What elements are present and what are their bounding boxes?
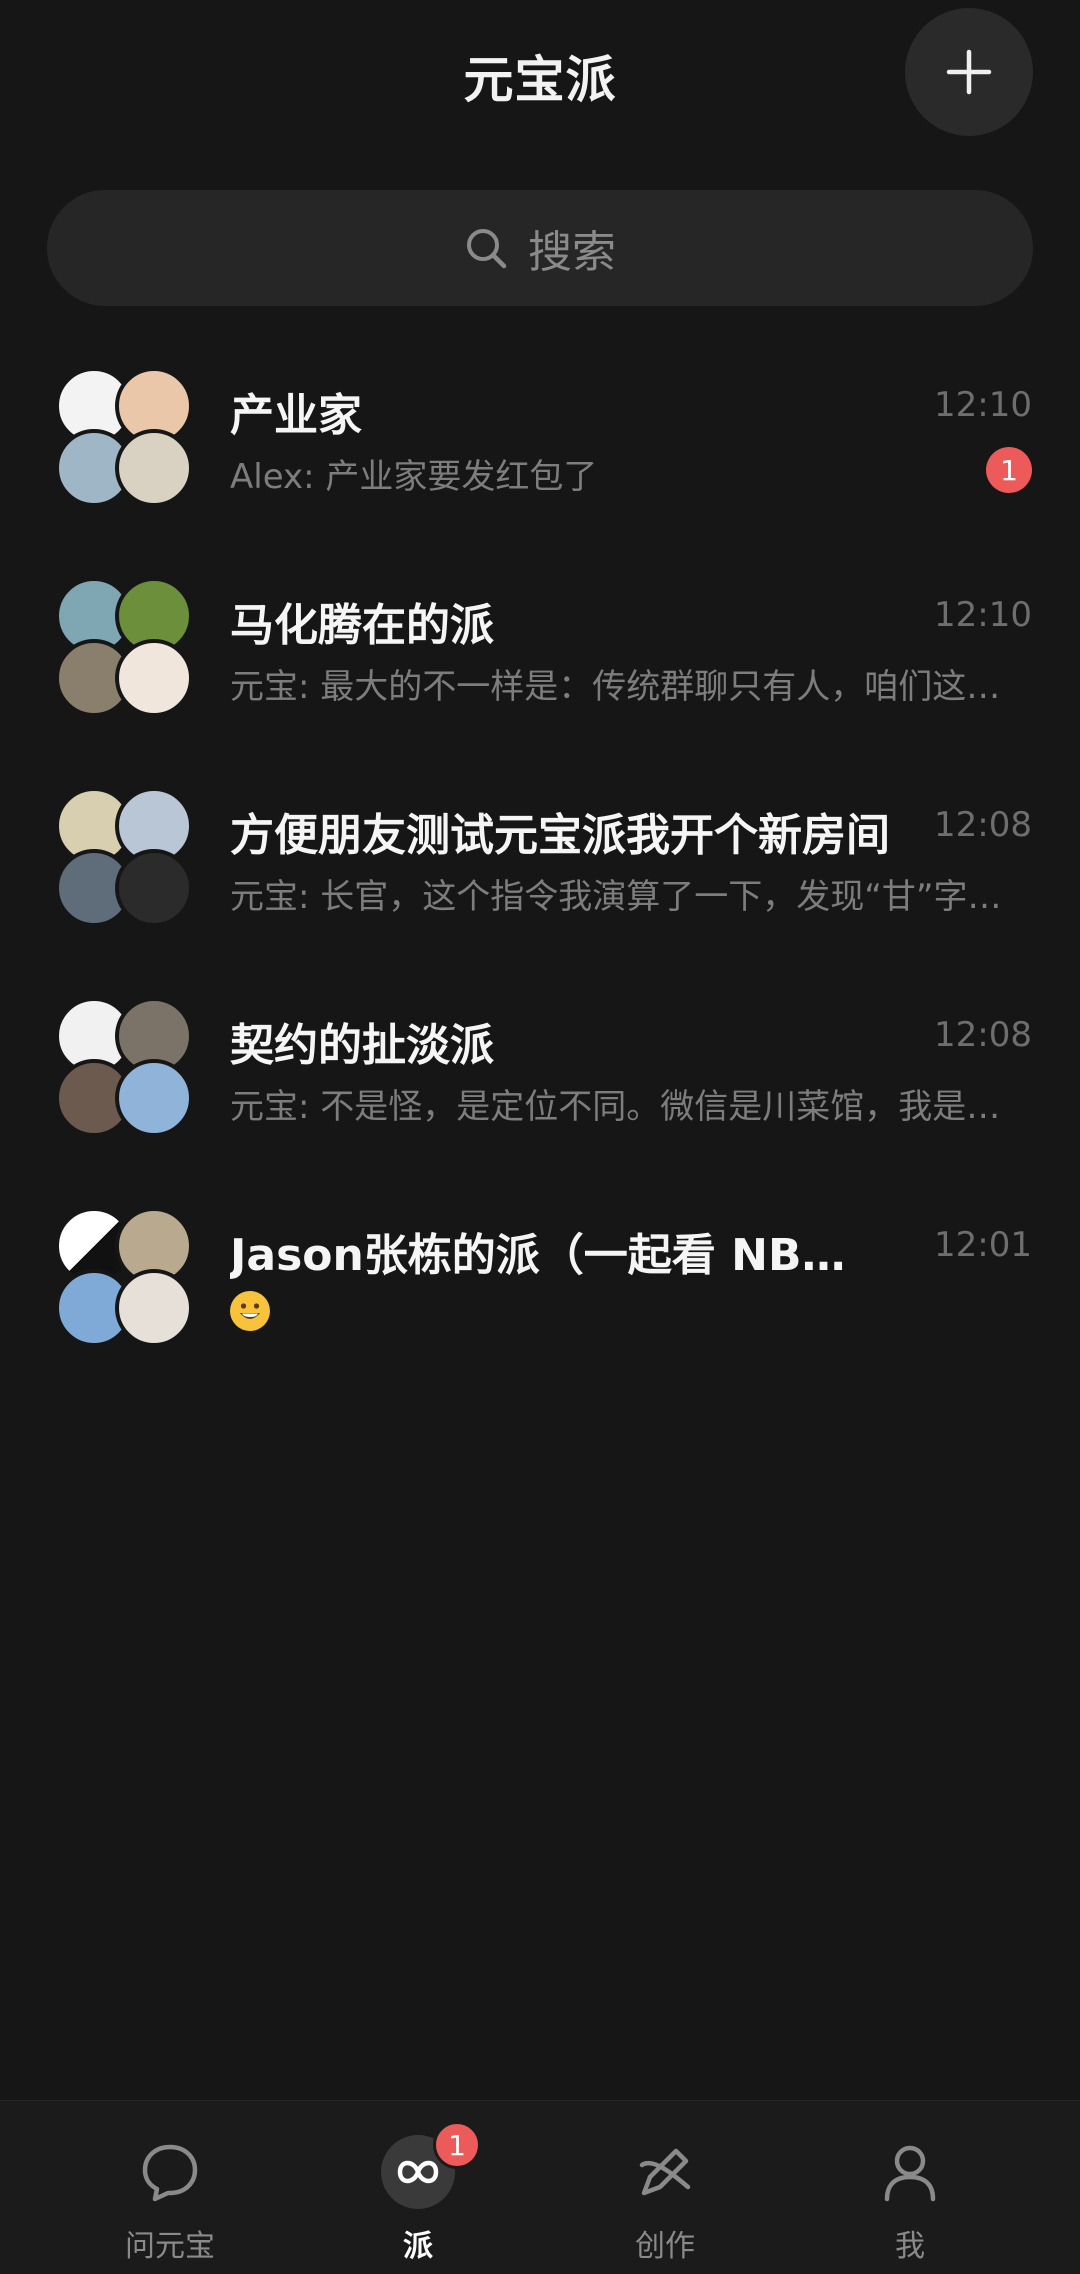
member-avatar: [115, 1059, 193, 1137]
nav-item-pai[interactable]: 1 派: [318, 2101, 518, 2274]
nav-item-ask-yuanbao[interactable]: 问元宝: [70, 2101, 270, 2274]
chat-name: Jason张栋的派（一起看 NBA...: [230, 1230, 880, 1281]
group-avatar: [55, 1207, 195, 1347]
chat-item[interactable]: Jason张栋的派（一起看 NBA... 12:01: [0, 1195, 1080, 1405]
chat-item[interactable]: 产业家 12:10 Alex: 产业家要发红包了 1: [0, 355, 1080, 565]
nav-unread-badge: 1: [433, 2121, 481, 2169]
chat-name: 契约的扯淡派: [230, 1020, 494, 1071]
nav-item-me[interactable]: 我: [810, 2101, 1010, 2274]
nav-item-create[interactable]: 创作: [565, 2101, 765, 2274]
person-icon: [875, 2137, 945, 2207]
member-avatar: [115, 1269, 193, 1347]
bottom-nav: 问元宝 1 派 创作 我: [0, 2100, 1080, 2274]
plus-icon: [946, 49, 992, 95]
nav-label: 我: [895, 2229, 925, 2264]
chat-item[interactable]: 马化腾在的派 12:10 元宝: 最大的不一样是：传统群聊只有人，咱们这…: [0, 565, 1080, 775]
chat-name: 方便朋友测试元宝派我开个新房间: [230, 810, 890, 861]
chat-item[interactable]: 方便朋友测试元宝派我开个新房间 12:08 元宝: 长官，这个指令我演算了一下，…: [0, 775, 1080, 985]
chat-time: 12:10: [934, 385, 1032, 425]
chat-time: 12:08: [934, 805, 1032, 845]
unread-badge: 1: [986, 447, 1032, 493]
chat-time: 12:10: [934, 595, 1032, 635]
chat-preview: 元宝: 不是怪，是定位不同。微信是川菜馆，我是…: [230, 1087, 1001, 1127]
group-avatar: [55, 367, 195, 507]
group-avatar: [55, 997, 195, 1137]
chat-name: 产业家: [230, 390, 362, 441]
chat-preview: [230, 1289, 1010, 1331]
group-avatar: [55, 787, 195, 927]
grinning-face-emoji: [230, 1290, 270, 1331]
pen-icon: [630, 2137, 700, 2207]
chat-time: 12:01: [934, 1225, 1032, 1265]
member-avatar: [115, 429, 193, 507]
chat-bubble-icon: [135, 2137, 205, 2207]
infinity-icon: 1: [381, 2121, 481, 2209]
member-avatar: [115, 639, 193, 717]
chat-item[interactable]: 契约的扯淡派 12:08 元宝: 不是怪，是定位不同。微信是川菜馆，我是…: [0, 985, 1080, 1195]
nav-label: 问元宝: [125, 2229, 215, 2264]
chat-preview: 元宝: 长官，这个指令我演算了一下，发现“甘”字…: [230, 877, 1002, 917]
app-screen: 元宝派 搜索 产业家 12:10 Alex: 产业家要发红包了 1 马化腾在的派…: [0, 0, 1080, 2274]
nav-label: 创作: [635, 2229, 695, 2264]
nav-label: 派: [403, 2229, 433, 2264]
chat-preview: 元宝: 最大的不一样是：传统群聊只有人，咱们这…: [230, 667, 1001, 707]
group-avatar: [55, 577, 195, 717]
top-bar: 元宝派: [0, 0, 1080, 150]
chat-time: 12:08: [934, 1015, 1032, 1055]
search-icon: [467, 229, 507, 269]
chat-name: 马化腾在的派: [230, 600, 494, 651]
search-bar[interactable]: 搜索: [47, 190, 1033, 306]
add-button[interactable]: [905, 8, 1033, 136]
member-avatar: [115, 849, 193, 927]
search-placeholder: 搜索: [528, 227, 616, 278]
chat-preview: Alex: 产业家要发红包了: [230, 457, 598, 497]
